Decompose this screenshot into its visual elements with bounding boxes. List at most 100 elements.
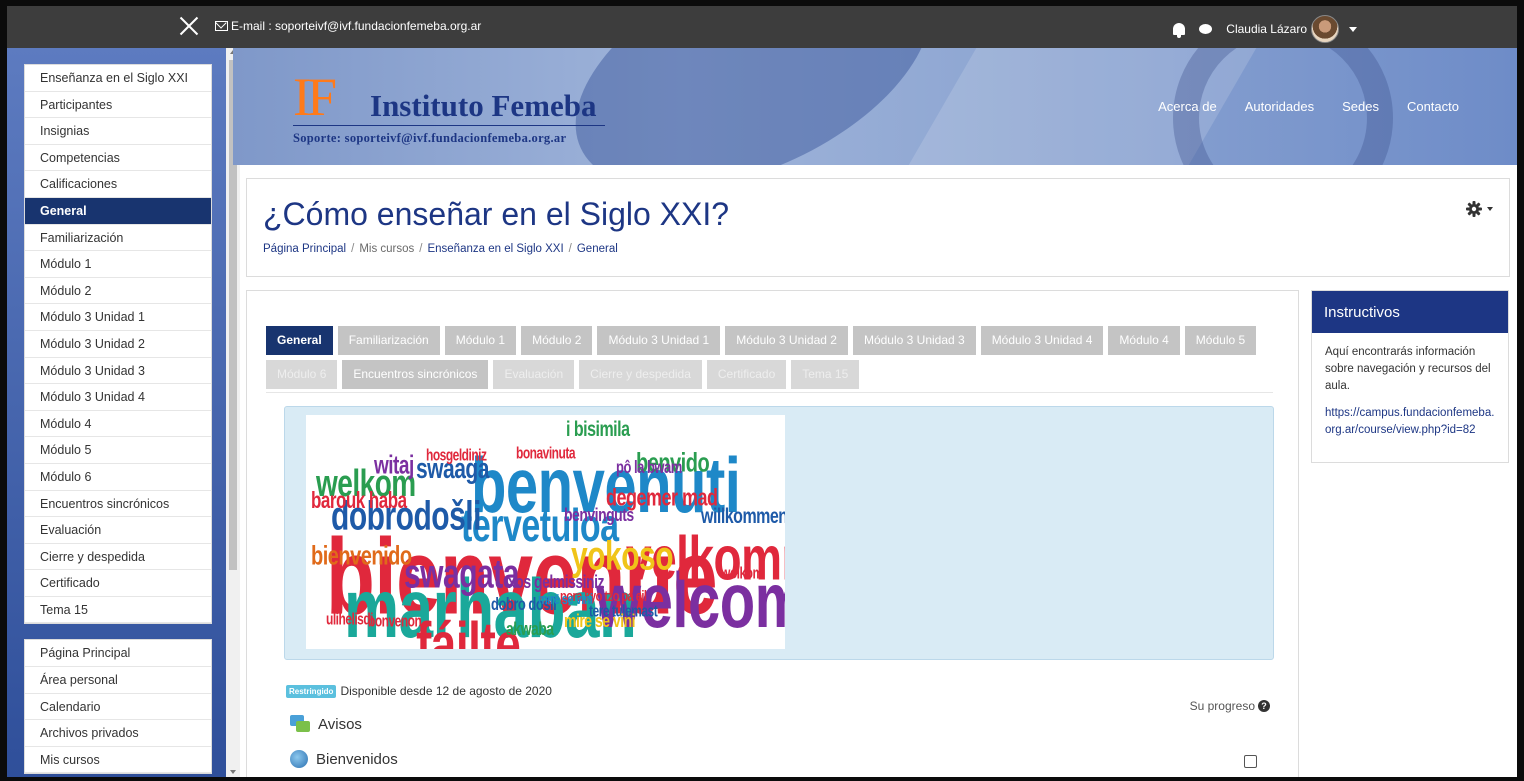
breadcrumb-item[interactable]: Mis cursos: [359, 243, 414, 255]
drawer-item[interactable]: Tema 15: [25, 597, 211, 624]
user-area: Claudia Lázaro: [1173, 15, 1357, 43]
user-menu[interactable]: Claudia Lázaro: [1226, 15, 1357, 43]
block-link[interactable]: https://campus.fundacionfemeba.org.ar/co…: [1312, 395, 1508, 439]
support-email: E-mail : soporteivf@ivf.fundacionfemeba.…: [215, 19, 481, 33]
activity-label: Bienvenidos: [316, 750, 398, 768]
user-name: Claudia Lázaro: [1226, 22, 1307, 36]
word-cloud-word: fáilte: [416, 608, 521, 649]
block-text: Aquí encontrarás información sobre naveg…: [1325, 346, 1491, 392]
drawer-item[interactable]: Evaluación: [25, 517, 211, 544]
word-cloud-word: hosgeldiniz: [426, 445, 487, 465]
notifications-bell-icon[interactable]: [1173, 23, 1186, 38]
forum-icon: [290, 715, 310, 733]
drawer-item[interactable]: Cierre y despedida: [25, 544, 211, 571]
section-tab[interactable]: Módulo 1: [444, 326, 517, 355]
section-tab[interactable]: Encuentros sincrónicos: [342, 360, 489, 389]
logo-mark-text: IF: [293, 67, 337, 127]
help-icon[interactable]: ?: [1258, 700, 1270, 712]
banner-nav-link[interactable]: Contacto: [1407, 99, 1459, 114]
completion-checkbox[interactable]: [1244, 755, 1257, 768]
drawer-item[interactable]: Módulo 3 Unidad 3: [25, 358, 211, 385]
tabs-divider: [266, 392, 1273, 393]
section-tab[interactable]: Módulo 3 Unidad 4: [980, 326, 1104, 355]
drawer-lists: Enseñanza en el Siglo XXI Participantes In…: [24, 64, 212, 775]
messages-chat-icon[interactable]: [1199, 24, 1213, 34]
drawer-item[interactable]: General: [25, 197, 211, 225]
section-tab[interactable]: Módulo 5: [1184, 326, 1257, 355]
drawer-item[interactable]: Módulo 6: [25, 464, 211, 491]
page-icon: [290, 750, 308, 768]
drawer-item[interactable]: Familiarización: [25, 225, 211, 252]
section-summary: benvenutibienvenuemarhabanwelcomevelkomm…: [284, 406, 1274, 660]
word-cloud-word: wolkom: [721, 563, 763, 583]
top-navbar: E-mail : soporteivf@ivf.fundacionfemeba.…: [7, 6, 1517, 48]
progress-indicator: Su progreso ?: [1190, 699, 1270, 713]
drawer-item[interactable]: Calendario: [25, 694, 211, 721]
page-header: ¿Cómo enseñar en el Siglo XXI? Página Pr…: [246, 178, 1510, 277]
word-cloud-word: bienvenido: [311, 541, 412, 572]
site-banner: IF Instituto Femeba Soporte: soporteivf@…: [233, 48, 1517, 165]
section-tab[interactable]: Módulo 4: [1108, 326, 1180, 355]
drawer-item[interactable]: Insignias: [25, 118, 211, 145]
banner-nav-link[interactable]: Acerca de: [1158, 99, 1217, 114]
drawer-item[interactable]: Módulo 1: [25, 251, 211, 278]
logo-divider: [293, 125, 605, 126]
activity-label: Avisos: [318, 715, 362, 733]
section-tab[interactable]: Familiarización: [337, 326, 440, 355]
welcome-word-cloud-image: benvenutibienvenuemarhabanwelcomevelkomm…: [306, 415, 785, 649]
section-tab[interactable]: Módulo 3 Unidad 3: [852, 326, 976, 355]
logo-name: Instituto Femeba: [370, 88, 597, 123]
banner-nav: Acerca de Autoridades Sedes Contacto: [1158, 99, 1459, 114]
avatar: [1311, 15, 1339, 43]
drawer-item[interactable]: Módulo 3 Unidad 1: [25, 304, 211, 331]
section-tab[interactable]: Módulo 3 Unidad 2: [725, 326, 848, 355]
breadcrumb: Página Principal / Mis cursos / Enseñanza en…: [263, 243, 618, 255]
drawer-item[interactable]: Módulo 2: [25, 278, 211, 305]
instructivos-block: Instructivos Aquí encontrarás informació…: [1311, 290, 1509, 463]
breadcrumb-item[interactable]: Enseñanza en el Siglo XXI: [427, 243, 563, 255]
drawer-item[interactable]: Módulo 4: [25, 411, 211, 438]
drawer-item[interactable]: Encuentros sincrónicos: [25, 491, 211, 518]
progress-label: Su progreso: [1189, 699, 1255, 713]
drawer-item[interactable]: Área personal: [25, 667, 211, 694]
drawer-item[interactable]: Archivos privados: [25, 720, 211, 747]
breadcrumb-separator: /: [419, 243, 423, 255]
section-tab[interactable]: Módulo 3 Unidad 1: [597, 326, 721, 355]
nav-drawer: Enseñanza en el Siglo XXI Participantes In…: [7, 48, 240, 777]
activity-avisos[interactable]: Avisos: [290, 715, 362, 733]
tabs-row: Módulo 6 Encuentros sincrónicos Evaluación…: [266, 360, 1276, 389]
drawer-item[interactable]: Módulo 3 Unidad 2: [25, 331, 211, 358]
close-drawer-icon[interactable]: [177, 14, 201, 38]
section-tab[interactable]: Módulo 2: [521, 326, 593, 355]
section-tab[interactable]: General: [266, 326, 333, 355]
drawer-item[interactable]: Módulo 3 Unidad 4: [25, 384, 211, 411]
word-cloud-word: i bisimila: [566, 418, 630, 442]
section-tab: Certificado: [706, 360, 787, 389]
restricted-badge: Restringido: [286, 684, 337, 698]
banner-nav-link[interactable]: Autoridades: [1245, 99, 1314, 114]
drawer-item[interactable]: Enseñanza en el Siglo XXI: [25, 65, 211, 92]
site-nav: Página Principal Área personal Calendario A…: [24, 639, 212, 775]
word-cloud-word: willkommen: [701, 505, 785, 529]
breadcrumb-item[interactable]: Página Principal: [263, 243, 346, 255]
word-cloud-word: witaj: [374, 451, 414, 480]
section-tab: Tema 15: [791, 360, 860, 389]
drawer-item[interactable]: Participantes: [25, 92, 211, 119]
course-settings-menu[interactable]: [1466, 201, 1493, 217]
drawer-item[interactable]: Calificaciones: [25, 171, 211, 198]
activity-bienvenidos[interactable]: Bienvenidos: [290, 750, 398, 768]
drawer-item[interactable]: Página Principal: [25, 640, 211, 668]
drawer-item[interactable]: Mis cursos: [25, 747, 211, 774]
page-title: ¿Cómo enseñar en el Siglo XXI?: [263, 196, 730, 232]
drawer-item[interactable]: Módulo 5: [25, 437, 211, 464]
availability-notice: Restringido Disponible desde 12 de agost…: [286, 684, 552, 698]
drawer-item[interactable]: Competencias: [25, 145, 211, 172]
block-title: Instructivos: [1312, 291, 1508, 333]
drawer-item[interactable]: Certificado: [25, 570, 211, 597]
breadcrumb-item[interactable]: General: [577, 243, 618, 255]
scroll-down-arrow-icon[interactable]: [230, 770, 236, 774]
availability-text: Disponible desde 12 de agosto de 2020: [340, 684, 552, 698]
banner-nav-link[interactable]: Sedes: [1342, 99, 1379, 114]
chevron-down-icon: [1487, 207, 1493, 211]
word-cloud-word: bonavinuta: [516, 443, 576, 463]
